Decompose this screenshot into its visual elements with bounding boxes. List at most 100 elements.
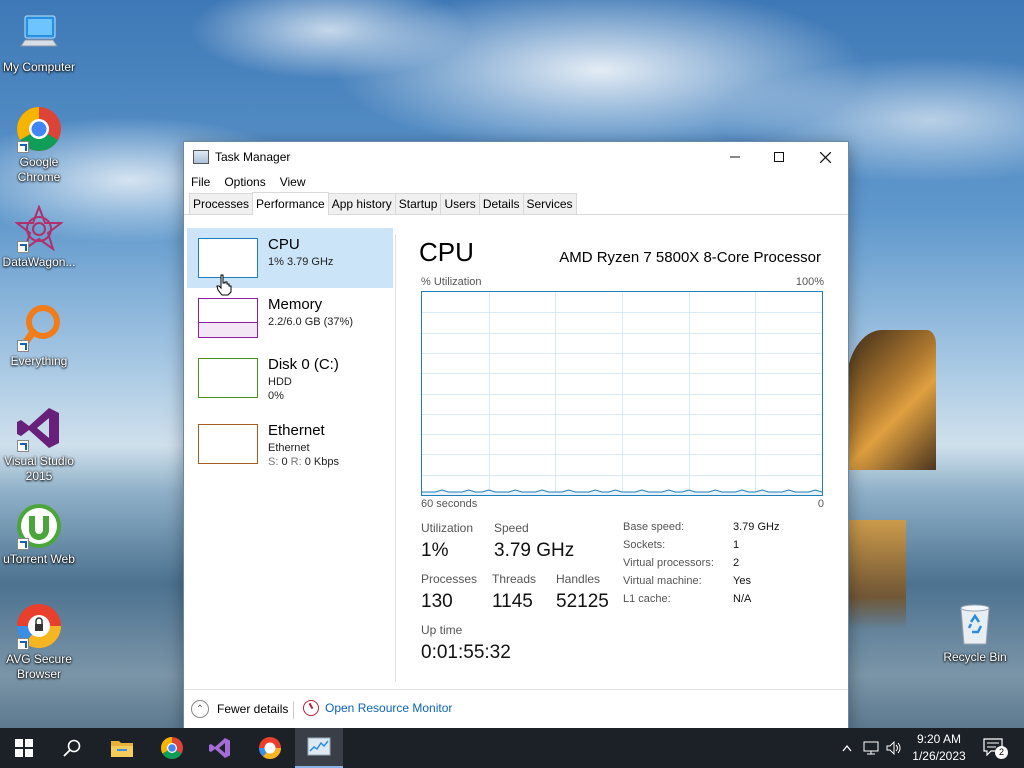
search-icon bbox=[63, 739, 81, 757]
visual-studio-icon bbox=[209, 738, 230, 758]
desktop-icon-google-chrome[interactable]: Google Chrome bbox=[0, 105, 78, 185]
visual-studio-icon bbox=[15, 404, 63, 452]
computer-icon bbox=[15, 10, 63, 58]
taskbar-chrome[interactable] bbox=[148, 728, 196, 768]
cpu-heading: CPU bbox=[419, 237, 474, 267]
clock-time: 9:20 AM bbox=[916, 732, 962, 746]
utilization-axis-label: % Utilization bbox=[421, 276, 482, 288]
fewer-details-label: Fewer details bbox=[217, 702, 289, 716]
tab-performance[interactable]: Performance bbox=[252, 192, 329, 215]
maximize-icon bbox=[774, 152, 784, 162]
maximize-button[interactable] bbox=[756, 142, 802, 172]
tab-strip: Processes Performance App history Startu… bbox=[184, 192, 848, 215]
open-resource-monitor-link[interactable]: Open Resource Monitor bbox=[303, 700, 452, 716]
volume-tray-button[interactable] bbox=[884, 728, 904, 768]
start-button[interactable] bbox=[0, 728, 48, 768]
speaker-icon bbox=[886, 741, 901, 755]
desktop-icon-datawagon[interactable]: DataWagon... bbox=[0, 204, 78, 270]
spec-value: 2 bbox=[733, 557, 740, 569]
wallpaper-rock bbox=[846, 330, 936, 470]
footer-separator bbox=[293, 701, 294, 719]
resource-item-ethernet[interactable]: Ethernet Ethernet S: 0 R: 0 Kbps bbox=[187, 414, 393, 474]
title-bar[interactable]: Task Manager bbox=[184, 142, 848, 172]
spec-label: Virtual machine: bbox=[623, 575, 702, 587]
system-clock[interactable]: 9:20 AM 1/26/2023 bbox=[904, 731, 974, 765]
desktop-icon-everything[interactable]: Everything bbox=[0, 304, 78, 369]
threads-label: Threads bbox=[492, 572, 537, 586]
resource-detail: 1% 3.79 GHz bbox=[268, 256, 334, 268]
disk-mini-graph bbox=[198, 358, 258, 398]
spec-label: Virtual processors: bbox=[623, 557, 714, 569]
tab-users[interactable]: Users bbox=[440, 193, 480, 214]
taskbar-visual-studio[interactable] bbox=[196, 728, 244, 768]
taskbar-avg-browser[interactable] bbox=[246, 728, 294, 768]
resource-name: Ethernet bbox=[268, 422, 325, 439]
desktop-icon-visual-studio[interactable]: Visual Studio 2015 bbox=[0, 404, 78, 484]
handles-value: 52125 bbox=[556, 591, 609, 612]
desktop-icon-my-computer[interactable]: My Computer bbox=[0, 10, 78, 75]
pane-divider[interactable] bbox=[395, 234, 396, 682]
window-title: Task Manager bbox=[215, 150, 291, 164]
clock-date: 1/26/2023 bbox=[912, 749, 966, 763]
cpu-model-name: AMD Ryzen 7 5800X 8-Core Processor bbox=[559, 249, 821, 266]
chevron-up-icon: ⌃ bbox=[191, 700, 209, 718]
tab-app-history[interactable]: App history bbox=[327, 193, 396, 214]
send-label: S: bbox=[268, 456, 279, 468]
tab-details[interactable]: Details bbox=[478, 193, 524, 214]
tab-processes[interactable]: Processes bbox=[189, 193, 254, 214]
taskbar-task-manager[interactable] bbox=[295, 728, 343, 768]
uptime-label: Up time bbox=[421, 623, 463, 637]
shortcut-arrow-icon bbox=[17, 638, 29, 650]
close-button[interactable] bbox=[802, 142, 848, 172]
resource-name: CPU bbox=[268, 236, 300, 253]
utorrent-icon bbox=[15, 502, 63, 550]
action-center-button[interactable]: 2 bbox=[983, 738, 1008, 759]
desktop-icon-utorrent-web[interactable]: uTorrent Web bbox=[0, 502, 78, 567]
resource-name: Memory bbox=[268, 296, 323, 313]
menu-file[interactable]: File bbox=[187, 175, 214, 189]
desktop-icon-avg-secure-browser[interactable]: AVG Secure Browser bbox=[0, 602, 78, 682]
desktop-icon-label: Everything bbox=[10, 354, 68, 368]
menu-view[interactable]: View bbox=[276, 175, 310, 189]
spec-label: Sockets: bbox=[623, 539, 666, 551]
cpu-utilization-graph bbox=[421, 291, 823, 496]
shortcut-arrow-icon bbox=[17, 241, 29, 253]
threads-value: 1145 bbox=[492, 591, 533, 612]
menu-options[interactable]: Options bbox=[220, 175, 269, 189]
resource-item-memory[interactable]: Memory 2.2/6.0 GB (37%) bbox=[187, 288, 393, 348]
desktop-icon-label: Visual Studio 2015 bbox=[4, 454, 74, 483]
task-manager-icon bbox=[307, 737, 331, 756]
network-icon bbox=[863, 741, 879, 755]
resource-detail: Ethernet bbox=[268, 442, 310, 454]
avg-browser-icon bbox=[15, 602, 63, 650]
processes-label: Processes bbox=[421, 572, 478, 586]
taskbar-search-button[interactable] bbox=[48, 728, 96, 768]
graph-time-zero-label: 0 bbox=[817, 498, 824, 510]
minimize-icon bbox=[730, 156, 740, 158]
spec-label: L1 cache: bbox=[623, 593, 671, 605]
tab-startup[interactable]: Startup bbox=[394, 193, 442, 214]
spec-value: Yes bbox=[733, 575, 751, 587]
wallpaper-rock-reflection bbox=[846, 520, 906, 630]
tab-services[interactable]: Services bbox=[522, 193, 577, 214]
fewer-details-button[interactable]: ⌃ Fewer details bbox=[191, 700, 288, 718]
chrome-icon bbox=[161, 737, 183, 759]
taskbar-file-explorer[interactable] bbox=[98, 728, 146, 768]
search-icon bbox=[15, 304, 63, 352]
resource-detail: HDD bbox=[268, 376, 292, 388]
file-explorer-icon bbox=[111, 741, 133, 757]
notification-count-badge: 2 bbox=[995, 746, 1008, 759]
desktop-icon-recycle-bin[interactable]: Recycle Bin bbox=[936, 600, 1014, 665]
desktop-icon-label: AVG Secure Browser bbox=[6, 652, 72, 681]
utilization-max-label: 100% bbox=[795, 276, 824, 288]
hand-cursor-icon bbox=[216, 274, 232, 296]
ethernet-mini-graph bbox=[198, 424, 258, 464]
network-tray-button[interactable] bbox=[860, 728, 882, 768]
minimize-button[interactable] bbox=[712, 142, 758, 172]
spec-value: 3.79 GHz bbox=[733, 521, 780, 533]
datawagon-icon bbox=[14, 204, 64, 253]
show-hidden-icons-button[interactable] bbox=[838, 728, 856, 768]
resource-item-disk[interactable]: Disk 0 (C:) HDD 0% bbox=[187, 348, 393, 408]
desktop-icon-label: DataWagon... bbox=[2, 255, 76, 269]
graph-time-span-label: 60 seconds bbox=[421, 498, 478, 510]
